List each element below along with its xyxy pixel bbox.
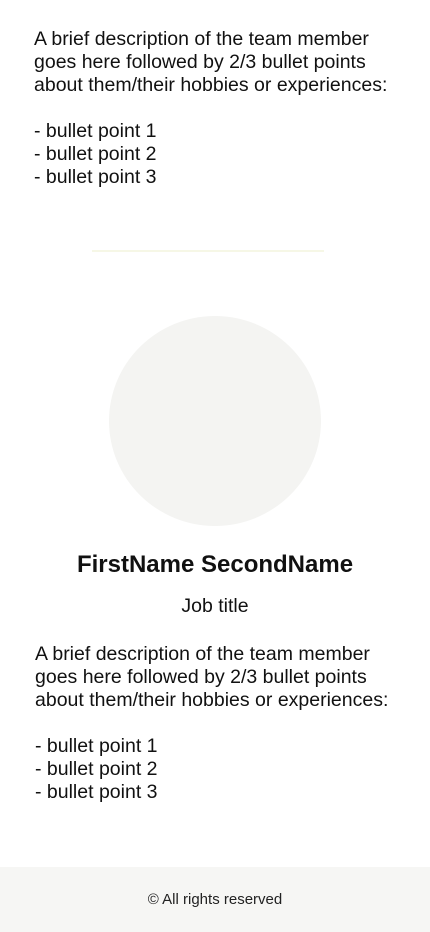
member-job-title: Job title (181, 595, 249, 617)
member-bullet-list: - bullet point 1 - bullet point 2 - bull… (35, 735, 415, 804)
team-member-card: A brief description of the team member g… (35, 643, 415, 804)
member-bullet-item: - bullet point 2 (35, 758, 158, 780)
member-name: FirstName SecondName (76, 551, 354, 578)
avatar-placeholder (109, 316, 321, 526)
member-bullet-item: - bullet point 2 (34, 143, 157, 165)
member-bullet-list: - bullet point 1 - bullet point 2 - bull… (34, 120, 414, 189)
copyright-text: © All rights reserved (147, 891, 283, 908)
member-description: A brief description of the team member g… (35, 643, 389, 711)
member-bullet-item: - bullet point 1 (34, 120, 157, 142)
section-divider (92, 250, 324, 252)
member-description: A brief description of the team member g… (34, 28, 388, 96)
team-page: A brief description of the team member g… (0, 0, 430, 932)
team-member-card: A brief description of the team member g… (34, 28, 414, 189)
member-bullet-item: - bullet point 3 (35, 781, 158, 803)
member-bullet-item: - bullet point 1 (35, 735, 158, 757)
member-bullet-item: - bullet point 3 (34, 166, 157, 188)
